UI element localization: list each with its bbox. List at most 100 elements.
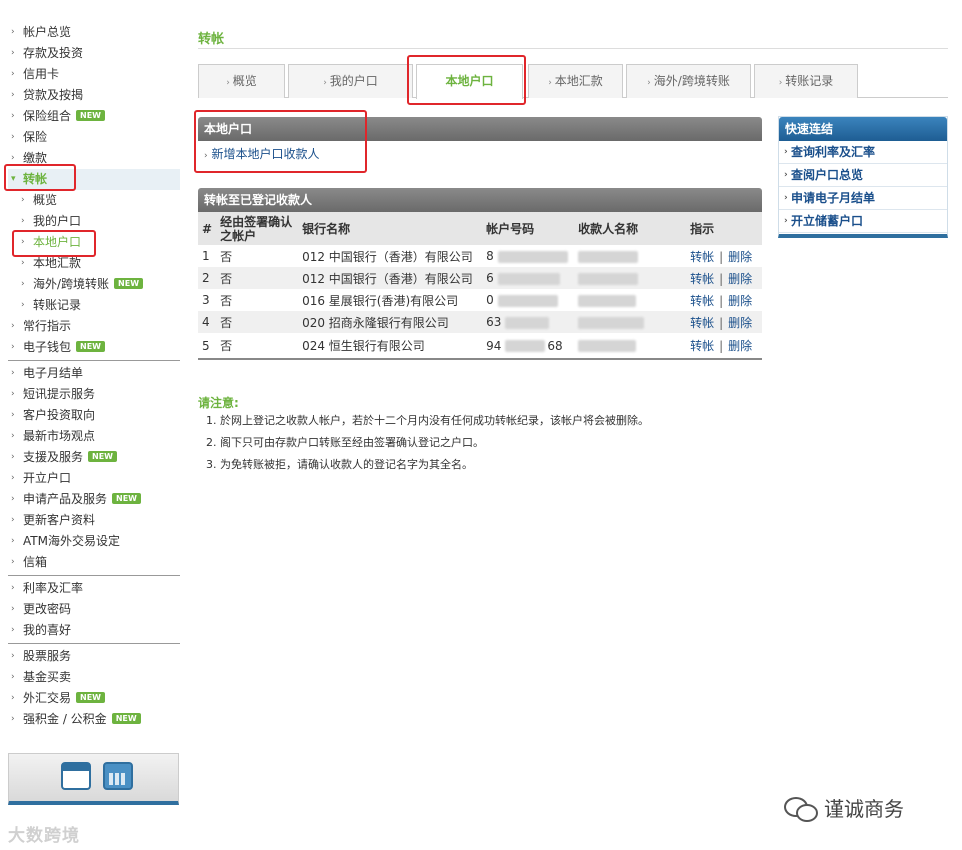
delete-link[interactable]: 删除 [728,339,752,353]
tab[interactable]: › 转账记录 [754,64,858,98]
chevron-right-icon: › [784,193,788,203]
redacted-mask [578,294,637,307]
transfer-link[interactable]: 转帐 [690,316,714,330]
sidebar-item[interactable]: › 外汇交易 NEW [8,688,180,709]
transfer-link[interactable]: 转帐 [690,272,714,286]
quick-links-header: 快速连结 [779,117,947,141]
sidebar-item[interactable]: › 开立户口 [8,468,180,489]
sidebar-item[interactable]: › 电子月结单 [8,363,180,384]
bank-name: 016 星展银行(香港)有限公司 [302,293,459,308]
sidebar-item[interactable]: › 客户投资取向 [8,405,180,426]
tab[interactable]: › 我的户口 [288,64,413,98]
tab[interactable]: 本地户口 [416,64,523,99]
quick-link-estatement[interactable]: › 申请电子月结单 [779,187,947,210]
sidebar-item[interactable]: › 保险组合 NEW [8,106,180,127]
sidebar-item[interactable]: › 支援及服务 NEW [8,447,180,468]
table-row: 3 否 016 星展银行(香港)有限公司 0 转帐 | 删除 [198,289,762,311]
account-number: 6 [482,267,575,289]
sidebar-item[interactable]: › 最新市场观点 [8,426,180,447]
sidebar-item[interactable]: › 基金买卖 [8,667,180,688]
tab-label: 概览 [232,74,257,88]
sidebar-item[interactable]: › 信用卡 [8,64,180,85]
tab[interactable]: › 概览 [198,64,285,98]
sidebar-item[interactable]: › 海外/跨境转账 NEW [8,274,180,295]
sidebar-item[interactable]: › 申请产品及服务 NEW [8,489,180,510]
chevron-right-icon: › [21,237,25,247]
quick-link-account-overview[interactable]: › 查阅户口总览 [779,164,947,187]
sidebar-item[interactable]: › 电子钱包 NEW [8,337,180,358]
sidebar-item[interactable]: › 利率及汇率 [8,578,180,599]
sidebar-item[interactable]: › 更新客户资料 [8,510,180,531]
sidebar-item[interactable]: › 我的喜好 [8,620,180,641]
sidebar-item[interactable]: › 本地户口 [8,232,180,253]
chevron-right-icon: › [11,651,15,661]
new-badge: NEW [111,713,141,724]
sidebar-item[interactable]: › 股票服务 [8,646,180,667]
new-badge: NEW [76,110,105,121]
sidebar-item[interactable]: › 转账记录 [8,295,180,316]
sidebar-item[interactable]: › 信箱 [8,552,180,573]
transfer-link[interactable]: 转帐 [690,250,714,264]
sidebar-item[interactable]: › 本地汇款 [8,253,180,274]
sidebar-item[interactable]: › 更改密码 [8,599,180,620]
delete-link[interactable]: 删除 [728,316,752,330]
payee-name [574,333,687,360]
sidebar-item-label: 存款及投资 [23,46,84,60]
watermark-logo: 大数跨境 [8,826,80,846]
quick-link-label: 开立储蓄户口 [791,214,864,228]
sidebar-item[interactable]: › 短讯提示服务 [8,384,180,405]
sidebar-item[interactable]: › 概览 [8,190,180,211]
redacted-mask [578,272,639,285]
sidebar-item[interactable]: › 保险 [8,127,180,148]
chevron-right-icon: › [784,216,788,226]
sidebar-item[interactable]: › ATM海外交易设定 [8,531,180,552]
sidebar-item[interactable]: › 缴款 [8,148,180,169]
add-local-payee-label: 新增本地户口收款人 [211,147,320,161]
transfer-link[interactable]: 转帐 [690,339,714,353]
sidebar-item-label: 最新市场观点 [23,429,96,443]
chevron-right-icon: › [11,714,15,724]
payee-name [574,245,686,267]
sidebar-item-label: 我的喜好 [23,623,72,637]
chevron-right-icon: › [11,536,15,546]
calculator-icon[interactable] [103,762,133,790]
sidebar-item-label: 本地户口 [33,235,82,249]
chevron-right-icon: › [11,27,15,37]
tools-widget [8,753,179,805]
calendar-icon[interactable] [61,762,91,790]
sidebar-item[interactable]: › 帐户总览 [8,22,180,43]
transfer-link[interactable]: 转帐 [690,294,714,308]
tab[interactable]: › 海外/跨境转账 [626,64,751,98]
quick-link-open-savings[interactable]: › 开立储蓄户口 [779,210,947,233]
account-number: 0 [482,289,574,311]
account-number-prefix: 0 [486,293,494,307]
delete-link[interactable]: 删除 [728,294,752,308]
sidebar-item-label: 保险 [23,130,48,144]
delete-link[interactable]: 删除 [728,272,752,286]
quick-link-label: 查阅户口总览 [791,168,864,182]
sidebar-item[interactable]: › 存款及投资 [8,43,180,64]
quick-link-rates[interactable]: › 查询利率及汇率 [779,141,947,164]
note-item: 1. 於网上登记之收款人帐户，若於十二个月内没有任何成功转帐纪录，该帐户将会被删… [206,414,649,427]
redacted-mask [505,316,550,329]
chevron-right-icon: › [11,604,15,614]
chevron-right-icon: › [11,69,15,79]
chevron-right-icon: › [21,258,25,268]
sidebar-item[interactable]: › 我的户口 [8,211,180,232]
table-header-row: # 经由签署确认之帐户 银行名称 帐户号码 收款人名称 指示 [198,212,762,245]
sidebar-item[interactable]: ▾ 转帐 [8,169,180,190]
row-actions: 转帐 | 删除 [686,289,762,311]
row-actions: 转帐 | 删除 [686,311,762,333]
delete-link[interactable]: 删除 [728,250,752,264]
tab[interactable]: › 本地汇款 [528,64,623,98]
sidebar-item[interactable]: › 贷款及按揭 [8,85,180,106]
add-local-payee-link[interactable]: › 新增本地户口收款人 [204,145,319,162]
new-badge: NEW [88,451,117,462]
account-number-prefix: 6 [486,271,494,285]
sidebar-item-label: 常行指示 [23,319,72,333]
chevron-right-icon: › [11,321,15,331]
payee-table: # 经由签署确认之帐户 银行名称 帐户号码 收款人名称 指示 1 否 012 中国银… [198,212,762,360]
redacted-mask [497,294,558,307]
sidebar-item[interactable]: › 强积金 / 公积金 NEW [8,709,180,730]
sidebar-item[interactable]: › 常行指示 [8,316,180,337]
